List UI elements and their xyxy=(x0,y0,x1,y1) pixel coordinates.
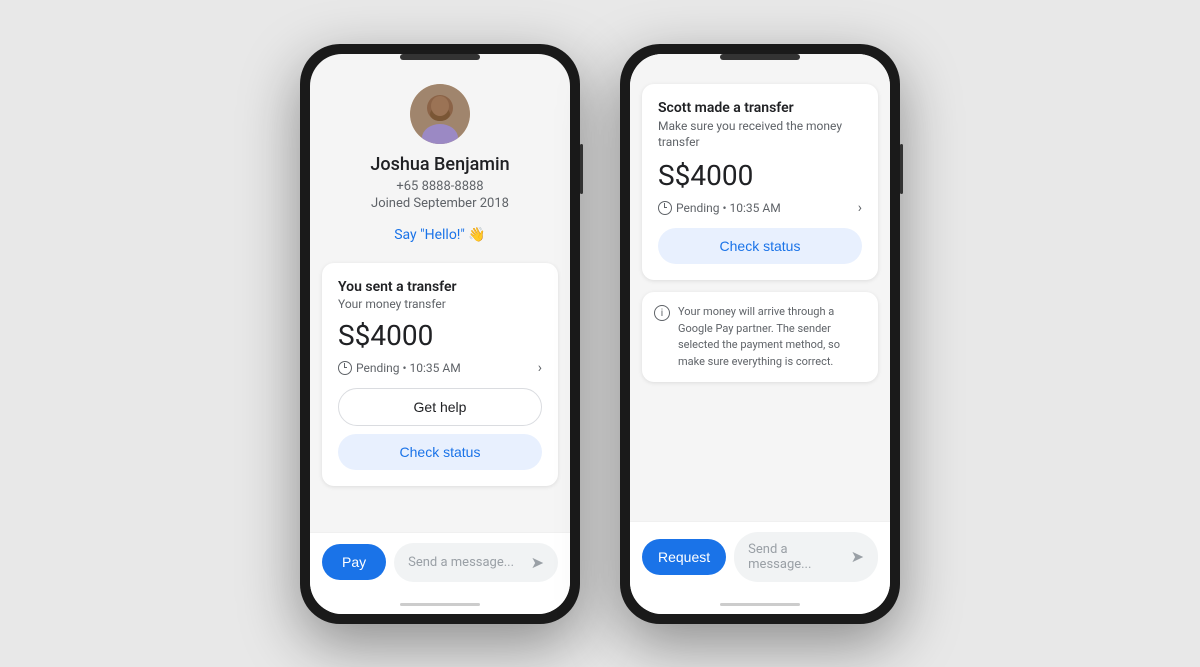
chevron-right-icon-2: › xyxy=(858,200,862,216)
get-help-button[interactable]: Get help xyxy=(338,388,542,426)
info-icon: i xyxy=(654,305,670,321)
card-status-row: Pending • 10:35 AM › xyxy=(338,360,542,376)
phone2-content: Scott made a transfer Make sure you rece… xyxy=(630,54,890,521)
phone1-content: Joshua Benjamin +65 8888-8888 Joined Sep… xyxy=(310,54,570,532)
user-phone: +65 8888-8888 xyxy=(396,179,483,194)
received-status-text: Pending • 10:35 AM xyxy=(676,201,781,215)
card-title: You sent a transfer xyxy=(338,279,542,295)
check-status-button-1[interactable]: Check status xyxy=(338,434,542,470)
message-input-2[interactable]: Send a message... ➤ xyxy=(734,532,878,582)
phone-1: Joshua Benjamin +65 8888-8888 Joined Sep… xyxy=(300,44,580,624)
pay-button[interactable]: Pay xyxy=(322,544,386,580)
phone-notch-2 xyxy=(720,54,800,60)
home-bar-2 xyxy=(720,603,800,606)
received-status-left: Pending • 10:35 AM xyxy=(658,201,781,215)
clock-icon xyxy=(338,361,352,375)
status-text: Pending • 10:35 AM xyxy=(356,361,461,375)
received-card-title: Scott made a transfer xyxy=(658,100,862,116)
request-button[interactable]: Request xyxy=(642,539,726,575)
clock-icon-2 xyxy=(658,201,672,215)
bottom-bar-2: Request Send a message... ➤ xyxy=(630,521,890,596)
user-name: Joshua Benjamin xyxy=(370,154,509,175)
transfer-card: You sent a transfer Your money transfer … xyxy=(322,263,558,486)
received-status-row: Pending • 10:35 AM › xyxy=(658,200,862,216)
phone-notch-1 xyxy=(400,54,480,60)
phone-screen-1: Joshua Benjamin +65 8888-8888 Joined Sep… xyxy=(310,54,570,614)
phone-screen-2: Scott made a transfer Make sure you rece… xyxy=(630,54,890,614)
received-card-subtitle: Make sure you received the money transfe… xyxy=(658,118,862,152)
chevron-right-icon: › xyxy=(538,360,542,376)
message-placeholder-1: Send a message... xyxy=(408,555,514,570)
side-button-2 xyxy=(900,144,903,194)
side-button-1 xyxy=(580,144,583,194)
say-hello-link[interactable]: Say "Hello!" 👋 xyxy=(394,227,486,243)
info-text: Your money will arrive through a Google … xyxy=(678,304,866,370)
bottom-bar-1: Pay Send a message... ➤ xyxy=(310,532,570,596)
home-indicator-2 xyxy=(630,596,890,614)
send-icon-2: ➤ xyxy=(851,547,864,566)
home-indicator-1 xyxy=(310,596,570,614)
status-left: Pending • 10:35 AM xyxy=(338,361,461,375)
received-card: Scott made a transfer Make sure you rece… xyxy=(642,84,878,281)
home-bar-1 xyxy=(400,603,480,606)
card-amount: S$4000 xyxy=(338,319,542,352)
card-subtitle: Your money transfer xyxy=(338,297,542,311)
user-joined: Joined September 2018 xyxy=(371,196,509,211)
avatar xyxy=(410,84,470,144)
phone-2: Scott made a transfer Make sure you rece… xyxy=(620,44,900,624)
received-card-amount: S$4000 xyxy=(658,159,862,192)
message-input-1[interactable]: Send a message... ➤ xyxy=(394,543,558,582)
send-icon-1: ➤ xyxy=(531,553,544,572)
info-note: i Your money will arrive through a Googl… xyxy=(642,292,878,382)
check-status-button-2[interactable]: Check status xyxy=(658,228,862,264)
message-placeholder-2: Send a message... xyxy=(748,542,850,572)
